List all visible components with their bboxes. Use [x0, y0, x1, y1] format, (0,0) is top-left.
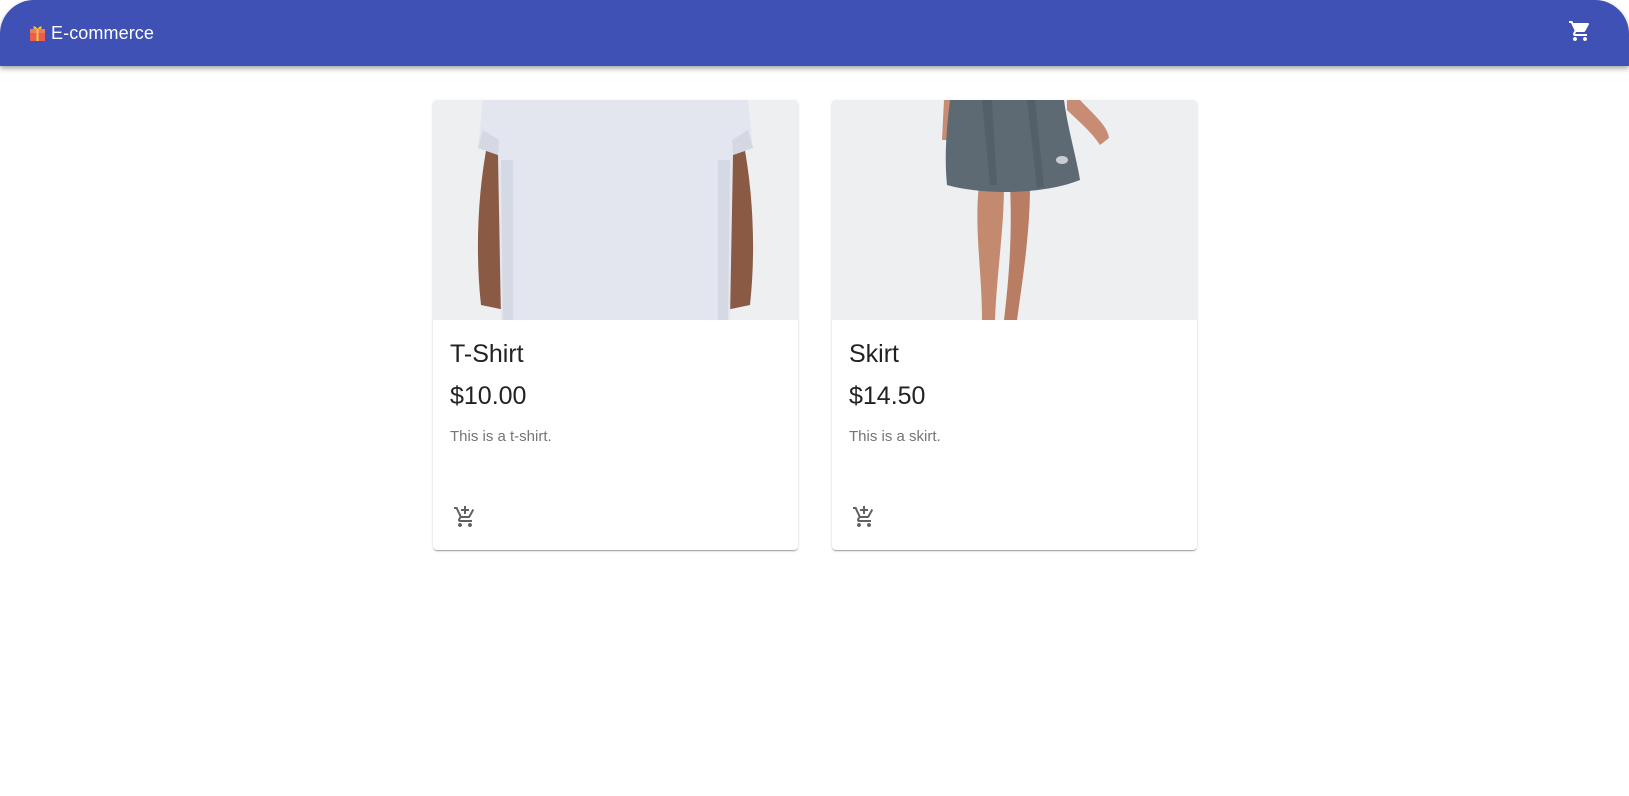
add-to-cart-button[interactable]: [848, 503, 880, 535]
product-description: This is a t-shirt.: [450, 428, 552, 445]
product-image-skirt: [832, 100, 1197, 320]
product-description: This is a skirt.: [849, 428, 941, 445]
brand[interactable]: E-commerce: [29, 19, 154, 47]
product-price: $14.50: [849, 382, 926, 410]
product-title: T-Shirt: [450, 340, 524, 368]
gift-icon: [29, 25, 46, 42]
product-price: $10.00: [450, 382, 527, 410]
product-image-tshirt: [433, 100, 798, 320]
product-title: Skirt: [849, 340, 899, 368]
add-shopping-cart-icon: [852, 505, 876, 534]
brand-title: E-commerce: [51, 22, 155, 43]
shopping-cart-icon: [1568, 19, 1592, 48]
product-card: Skirt $14.50 This is a skirt.: [832, 100, 1197, 550]
add-shopping-cart-icon: [453, 505, 477, 534]
add-to-cart-button[interactable]: [449, 503, 481, 535]
cart-button[interactable]: [1563, 16, 1597, 50]
product-card: T-Shirt $10.00 This is a t-shirt.: [433, 100, 798, 550]
app-bar: E-commerce: [0, 0, 1629, 66]
